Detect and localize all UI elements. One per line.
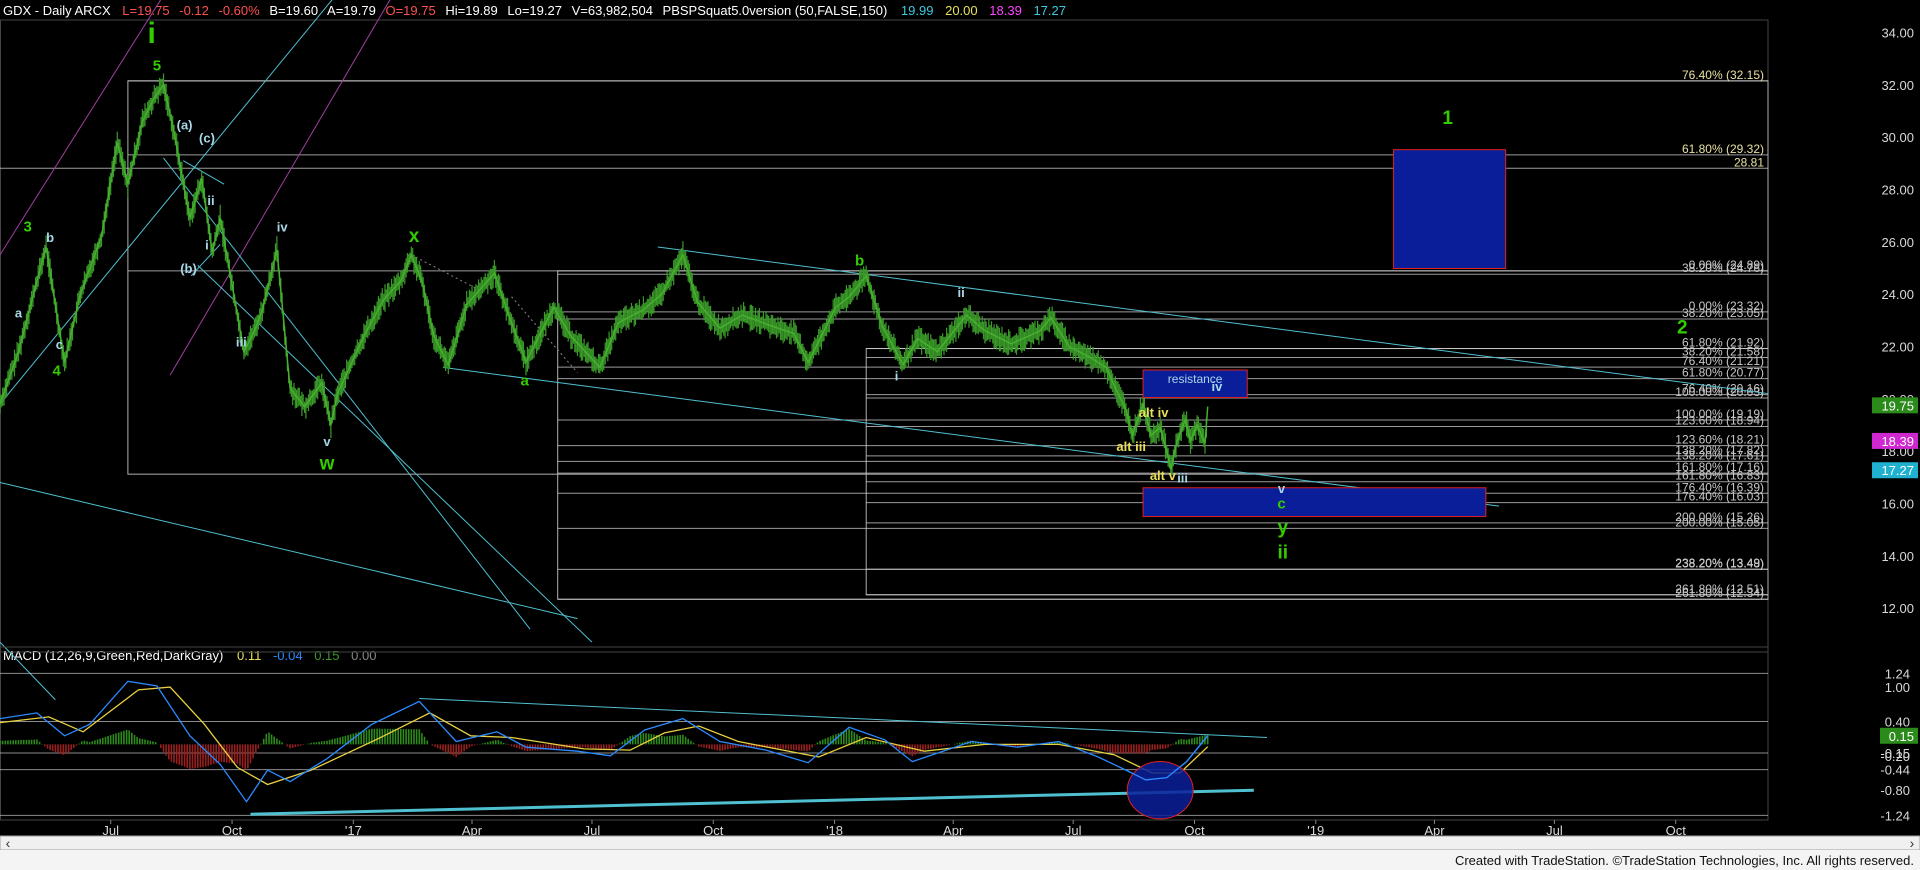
wave-label: a bbox=[521, 373, 530, 390]
wave-label: ii bbox=[207, 193, 214, 208]
wave-label: iv bbox=[1211, 379, 1223, 394]
scroll-right-icon: › bbox=[1910, 835, 1915, 851]
fib-level-label: 76.40% (32.15) bbox=[1682, 68, 1764, 82]
wave-label: alt iv bbox=[1139, 405, 1169, 420]
fib-level-label: 28.81 bbox=[1734, 155, 1764, 169]
title-low: Lo=19.27 bbox=[507, 3, 562, 18]
price-axis-tick: 34.00 bbox=[1881, 25, 1914, 40]
wave-label: 3 bbox=[24, 218, 32, 235]
wave-label: w bbox=[319, 453, 335, 474]
price-marker-label: 17.27 bbox=[1881, 463, 1914, 478]
title-study: PBSPSquat5.0version (50,FALSE,150) bbox=[663, 3, 888, 18]
wave-label: i bbox=[147, 17, 155, 50]
title-symbol: GDX - Daily ARCX bbox=[3, 3, 111, 18]
macd-axis-tick: -0.44 bbox=[1880, 763, 1910, 778]
wave-label: i bbox=[895, 368, 899, 383]
wave-label: v bbox=[323, 434, 331, 449]
wave-label: iii bbox=[236, 334, 247, 349]
price-axis-tick: 24.00 bbox=[1881, 287, 1914, 302]
wave-label: iii bbox=[1177, 471, 1188, 486]
wave-label: b bbox=[855, 252, 864, 269]
macd-title-val-3: 0.15 bbox=[314, 648, 339, 663]
target-box bbox=[1393, 149, 1507, 269]
price-axis-tick: 32.00 bbox=[1881, 78, 1914, 93]
macd-title-val-4: 0.00 bbox=[351, 648, 376, 663]
title-ask: A=19.79 bbox=[327, 3, 376, 18]
wave-label: y bbox=[1278, 518, 1289, 539]
price-axis-tick: 28.00 bbox=[1881, 182, 1914, 197]
wave-label: (a) bbox=[177, 117, 193, 132]
title-change-pct: -0.60% bbox=[219, 3, 261, 18]
macd-title-val-1: 0.11 bbox=[237, 648, 261, 663]
wave-label: 5 bbox=[153, 57, 161, 74]
fib-level-label: 176.40% (16.03) bbox=[1675, 490, 1764, 504]
wave-label: c bbox=[1277, 496, 1285, 513]
title-bid: B=19.60 bbox=[269, 3, 318, 18]
macd-axis-tick: 0.40 bbox=[1885, 714, 1910, 729]
fib-level-label: 38.20% (24.76) bbox=[1682, 261, 1764, 275]
macd-highlight-ellipse bbox=[1126, 761, 1194, 820]
title-study-val-1: 19.99 bbox=[901, 3, 934, 18]
fib-level-label: 123.60% (18.94) bbox=[1675, 414, 1764, 428]
wave-label: c bbox=[56, 337, 63, 352]
price-axis-tick: 26.00 bbox=[1881, 235, 1914, 250]
wave-label: x bbox=[409, 226, 420, 247]
title-study-val-3: 18.39 bbox=[989, 3, 1022, 18]
macd-axis-tick: 1.00 bbox=[1885, 680, 1910, 695]
fib-level-label: 238.20% (13.48) bbox=[1675, 556, 1764, 570]
title-bar: GDX - Daily ARCX L=19.75 -0.12 -0.60% B=… bbox=[3, 3, 1066, 18]
price-axis-tick: 22.00 bbox=[1881, 339, 1914, 354]
fib-level-label: 61.80% (20.77) bbox=[1682, 366, 1764, 380]
wave-label: ii bbox=[1278, 542, 1289, 563]
chart-canvas[interactable]: GDX - Daily ARCX L=19.75 -0.12 -0.60% B=… bbox=[0, 0, 1920, 870]
wave-label: a bbox=[15, 306, 23, 321]
price-marker-label: 18.39 bbox=[1881, 434, 1914, 449]
title-last: L=19.75 bbox=[122, 3, 169, 18]
title-volume: V=63,982,504 bbox=[572, 3, 653, 18]
title-change: -0.12 bbox=[179, 3, 209, 18]
macd-title-val-2: -0.04 bbox=[273, 648, 303, 663]
wave-label: b bbox=[46, 230, 54, 245]
macd-axis-tick: -1.24 bbox=[1880, 808, 1910, 823]
price-axis-tick: 30.00 bbox=[1881, 130, 1914, 145]
copyright-footer: Created with TradeStation. ©TradeStation… bbox=[1454, 853, 1914, 868]
macd-title: MACD (12,26,9,Green,Red,DarkGray) 0.11 -… bbox=[3, 648, 376, 663]
wave-label: iv bbox=[277, 219, 289, 234]
wave-label: alt iii bbox=[1116, 439, 1146, 454]
price-axis-tick: 16.00 bbox=[1881, 496, 1914, 511]
title-study-val-2: 20.00 bbox=[945, 3, 978, 18]
fib-level-label: 200.00% (15.05) bbox=[1675, 515, 1764, 529]
wave-label: (c) bbox=[199, 130, 215, 145]
wave-label: i bbox=[205, 238, 209, 253]
macd-axis-tick: -0.80 bbox=[1880, 783, 1910, 798]
price-axis-tick: 12.00 bbox=[1881, 601, 1914, 616]
wave-label: alt v bbox=[1150, 468, 1177, 483]
title-open: O=19.75 bbox=[385, 3, 435, 18]
title-high: Hi=19.89 bbox=[445, 3, 497, 18]
macd-marker-label: 0.15 bbox=[1889, 729, 1914, 744]
wave-label: v bbox=[1278, 481, 1286, 496]
price-marker-label: 19.75 bbox=[1881, 398, 1914, 413]
wave-label: 4 bbox=[53, 362, 62, 379]
wave-label: 1 bbox=[1442, 108, 1453, 129]
fib-level-label: 38.20% (23.05) bbox=[1682, 306, 1764, 320]
macd-axis-tick: -0.20 bbox=[1880, 749, 1910, 764]
fib-level-label: 261.80% (12.34) bbox=[1675, 586, 1764, 600]
wave-label: 2 bbox=[1677, 317, 1688, 338]
price-axis-tick: 14.00 bbox=[1881, 549, 1914, 564]
macd-axis-tick: 1.24 bbox=[1885, 666, 1910, 681]
macd-title-name: MACD (12,26,9,Green,Red,DarkGray) bbox=[3, 648, 223, 663]
title-study-val-4: 17.27 bbox=[1033, 3, 1066, 18]
scroll-left-icon: ‹ bbox=[6, 835, 11, 851]
scrollbar-track[interactable] bbox=[0, 836, 1920, 850]
target-box bbox=[1142, 487, 1487, 518]
fib-level-label: 61.80% (29.32) bbox=[1682, 142, 1764, 156]
wave-label: ii bbox=[958, 285, 965, 300]
wave-label: (b) bbox=[180, 261, 197, 276]
